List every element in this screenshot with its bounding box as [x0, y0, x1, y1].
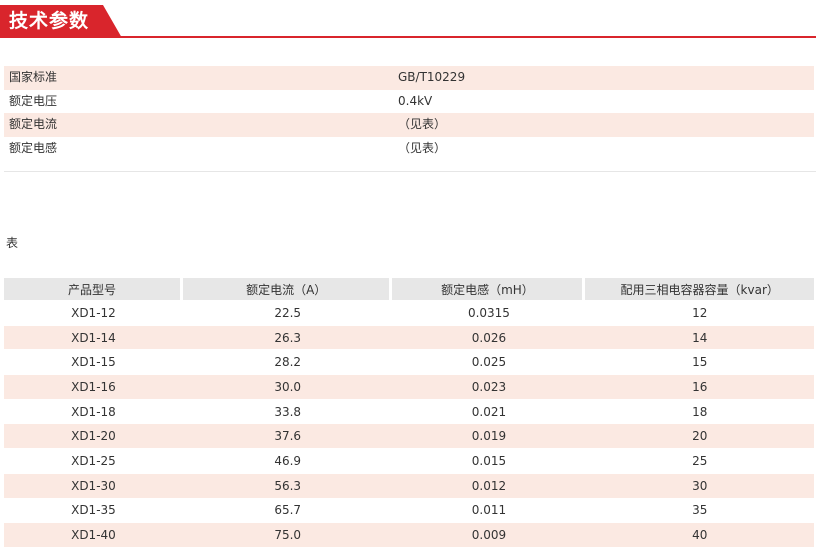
cell-model: XD1-30 — [4, 472, 183, 498]
cell-current: 65.7 — [182, 497, 393, 523]
cell-model: XD1-14 — [4, 324, 183, 350]
cell-model: XD1-40 — [4, 522, 183, 547]
cell-model: XD1-12 — [4, 300, 183, 325]
column-header-model: 产品型号 — [4, 278, 183, 300]
cell-inductance: 0.019 — [392, 423, 586, 449]
param-label: 额定电流 — [4, 113, 389, 137]
param-label: 国家标准 — [4, 66, 389, 90]
table-row: XD1-20 37.6 0.019 20 — [4, 423, 814, 449]
parameters-table: 国家标准 GB/T10229 额定电压 0.4kV 额定电流 （见表） 额定电感… — [4, 66, 814, 160]
cell-inductance: 0.023 — [392, 374, 586, 399]
section-header: 技术参数 — [0, 0, 829, 38]
spec-header-row: 产品型号 额定电流（A） 额定电感（mH） 配用三相电容器容量（kvar） — [4, 278, 814, 300]
cell-current: 33.8 — [182, 398, 393, 424]
cell-current: 75.0 — [182, 522, 393, 547]
cell-current: 26.3 — [182, 324, 393, 350]
table-row: XD1-14 26.3 0.026 14 — [4, 324, 814, 350]
cell-current: 56.3 — [182, 472, 393, 498]
param-row: 额定电压 0.4kV — [4, 90, 814, 114]
cell-current: 37.6 — [182, 423, 393, 449]
param-label: 额定电感 — [9, 140, 58, 155]
cell-capacity: 14 — [585, 324, 814, 350]
table-row: XD1-40 75.0 0.009 40 — [4, 522, 814, 547]
table-row: XD1-15 28.2 0.025 15 — [4, 349, 814, 374]
param-row: 额定电感 （见表） — [4, 137, 814, 161]
table-row: XD1-25 46.9 0.015 25 — [4, 448, 814, 473]
param-value: 0.4kV — [398, 93, 433, 108]
cell-model: XD1-20 — [4, 423, 183, 449]
table-caption: 表 — [6, 236, 19, 250]
column-header-capacity: 配用三相电容器容量（kvar） — [585, 278, 814, 300]
cell-inductance: 0.012 — [392, 472, 586, 498]
table-row: XD1-12 22.5 0.0315 12 — [4, 300, 814, 325]
cell-current: 30.0 — [182, 374, 393, 399]
cell-model: XD1-15 — [4, 349, 183, 374]
param-label: 额定电压 — [9, 93, 58, 108]
param-value: （见表） — [389, 113, 814, 137]
cell-inductance: 0.011 — [392, 497, 586, 523]
cell-current: 22.5 — [182, 300, 393, 325]
cell-capacity: 35 — [585, 497, 814, 523]
column-header-current: 额定电流（A） — [182, 278, 393, 300]
cell-model: XD1-25 — [4, 448, 183, 473]
divider — [4, 171, 816, 172]
cell-current: 28.2 — [182, 349, 393, 374]
cell-model: XD1-18 — [4, 398, 183, 424]
cell-capacity: 15 — [585, 349, 814, 374]
section-title: 技术参数 — [9, 10, 90, 32]
cell-inductance: 0.021 — [392, 398, 586, 424]
column-header-inductance: 额定电感（mH） — [392, 278, 586, 300]
param-row: 额定电流 （见表） — [4, 113, 814, 137]
spec-table: 产品型号 额定电流（A） 额定电感（mH） 配用三相电容器容量（kvar） XD… — [4, 278, 814, 547]
cell-capacity: 25 — [585, 448, 814, 473]
cell-inductance: 0.0315 — [392, 300, 586, 325]
cell-capacity: 12 — [585, 300, 814, 325]
cell-inductance: 0.026 — [392, 324, 586, 350]
cell-model: XD1-35 — [4, 497, 183, 523]
param-value: （见表） — [398, 140, 447, 155]
table-row: XD1-16 30.0 0.023 16 — [4, 374, 814, 399]
table-row: XD1-18 33.8 0.021 18 — [4, 398, 814, 424]
cell-inductance: 0.025 — [392, 349, 586, 374]
cell-capacity: 20 — [585, 423, 814, 449]
cell-capacity: 30 — [585, 472, 814, 498]
table-row: XD1-35 65.7 0.011 35 — [4, 497, 814, 523]
cell-current: 46.9 — [182, 448, 393, 473]
cell-inductance: 0.009 — [392, 522, 586, 547]
header-divider — [0, 36, 816, 38]
cell-capacity: 18 — [585, 398, 814, 424]
cell-inductance: 0.015 — [392, 448, 586, 473]
param-value: GB/T10229 — [389, 66, 814, 90]
cell-capacity: 40 — [585, 522, 814, 547]
cell-capacity: 16 — [585, 374, 814, 399]
table-row: XD1-30 56.3 0.012 30 — [4, 472, 814, 498]
cell-model: XD1-16 — [4, 374, 183, 399]
param-row: 国家标准 GB/T10229 — [4, 66, 814, 90]
